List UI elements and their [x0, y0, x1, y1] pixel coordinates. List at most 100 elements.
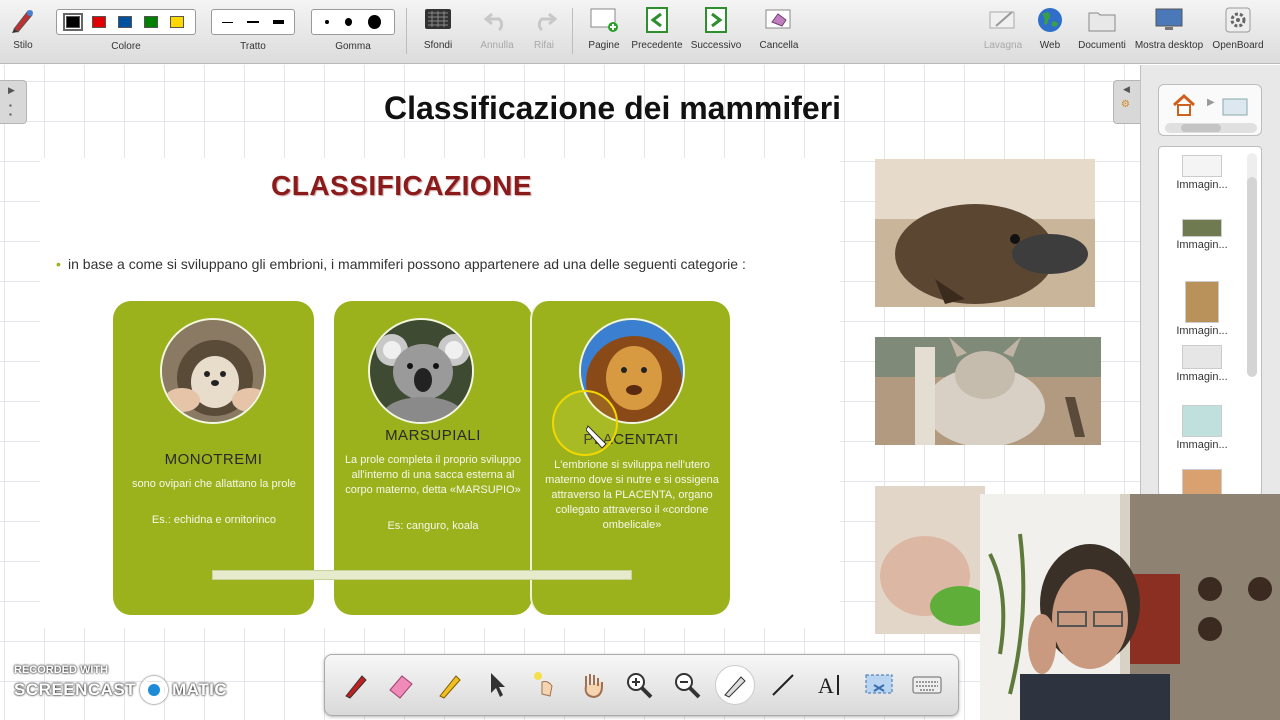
- board-icon: [988, 0, 1018, 40]
- hand-icon: [584, 674, 603, 699]
- color-blue-swatch[interactable]: [118, 16, 132, 28]
- thumbnail-item[interactable]: Immagin...: [1159, 345, 1245, 383]
- documenti-button[interactable]: Documenti: [1076, 0, 1128, 64]
- scrollbar-thumb[interactable]: [1247, 177, 1257, 377]
- bullet-dot-icon: •: [56, 256, 61, 272]
- eraser-medium-option[interactable]: [344, 18, 353, 26]
- hand-tool-button[interactable]: [573, 665, 613, 705]
- thumbnail-image: [1182, 345, 1222, 369]
- add-page-icon: [589, 0, 619, 40]
- keyboard-button[interactable]: [907, 665, 947, 705]
- web-button[interactable]: Web: [1034, 0, 1066, 64]
- webcam-overlay: [980, 494, 1280, 720]
- zoom-out-button[interactable]: [667, 665, 707, 705]
- desktop-icon: [1154, 0, 1184, 40]
- pen-icon: [345, 675, 367, 699]
- watermark-small-text: RECORDED WITH: [14, 664, 109, 676]
- top-toolbar: Stilo Colore Tratto Gomma Sfondi Annulla…: [0, 0, 1280, 64]
- thumbnail-item[interactable]: Immagin...: [1159, 155, 1245, 191]
- folder-icon: [1087, 0, 1117, 40]
- previous-page-icon: [643, 0, 671, 40]
- color-palette: [56, 9, 196, 35]
- koala-photo: [368, 318, 474, 424]
- thumbnail-item[interactable]: Immagin...: [1159, 281, 1245, 337]
- svg-text:A: A: [818, 673, 834, 698]
- card-example: Es: canguro, koala: [387, 520, 479, 532]
- slide-scrollbar[interactable]: [212, 570, 632, 580]
- recording-watermark: RECORDED WITH SCREENCAST MATIC: [14, 664, 227, 704]
- capture-icon: [724, 676, 746, 698]
- select-icon: [865, 674, 893, 694]
- right-palette-toggle[interactable]: ◀ ⚙: [1113, 80, 1140, 124]
- background-grid-icon: [424, 0, 452, 40]
- stroke-thin-option[interactable]: [222, 21, 234, 23]
- kangaroo-photo[interactable]: [875, 337, 1101, 445]
- cancella-button[interactable]: Cancella: [758, 0, 800, 64]
- thumbnail-label: Immagin...: [1176, 239, 1228, 251]
- left-palette-toggle[interactable]: ▶ ▪ ▪: [0, 80, 27, 124]
- stroke-medium-option[interactable]: [247, 21, 259, 23]
- thumbnail-label: Immagin...: [1176, 325, 1228, 337]
- folder-images-icon[interactable]: [1221, 95, 1251, 117]
- bullet-text: in base a come si sviluppano gli embrion…: [68, 256, 746, 272]
- scrollbar-thumb[interactable]: [1181, 124, 1221, 132]
- eraser-small-option[interactable]: [325, 20, 329, 24]
- text-tool-button[interactable]: A: [811, 665, 851, 705]
- thumbnail-label: Immagin...: [1176, 179, 1228, 191]
- gear-icon: [1224, 0, 1252, 40]
- color-black-swatch[interactable]: [63, 13, 83, 31]
- library-horizontal-scrollbar[interactable]: [1165, 123, 1257, 133]
- embryo-photo[interactable]: [875, 486, 985, 634]
- thumbnail-image: [1182, 219, 1222, 237]
- precedente-button[interactable]: Precedente: [630, 0, 684, 64]
- card-desc: La prole completa il proprio sviluppo al…: [344, 454, 522, 496]
- stroke-thick-option[interactable]: [272, 20, 284, 24]
- laser-tool-button[interactable]: [525, 665, 565, 705]
- redo-icon: [531, 0, 557, 40]
- color-red-swatch[interactable]: [92, 16, 106, 28]
- card-marsupiali: MARSUPIALI La prole completa il proprio …: [334, 301, 532, 615]
- eraser-tool-button[interactable]: [381, 665, 421, 705]
- arrow-right-icon: ▶: [8, 85, 15, 95]
- highlighter-icon: [439, 675, 461, 699]
- thumbnail-item[interactable]: Immagin...: [1159, 219, 1245, 251]
- card-monotremi: MONOTREMI sono ovipari che allattano la …: [113, 301, 314, 615]
- toolbar-separator: [572, 8, 573, 54]
- slide-title: CLASSIFICAZIONE: [271, 170, 533, 201]
- select-tool-button[interactable]: [859, 665, 899, 705]
- lavagna-button[interactable]: Lavagna: [982, 0, 1024, 64]
- rifai-button[interactable]: Rifai: [526, 0, 562, 64]
- line-tool-button[interactable]: [763, 665, 803, 705]
- home-icon[interactable]: [1171, 93, 1197, 117]
- highlighter-tool-button[interactable]: [429, 665, 469, 705]
- pen-cursor-icon: [586, 425, 607, 449]
- slide-image[interactable]: CLASSIFICAZIONE • in base a come si svil…: [40, 158, 840, 628]
- openboard-button[interactable]: OpenBoard: [1210, 0, 1266, 64]
- successivo-button[interactable]: Successivo: [690, 0, 742, 64]
- thumbnail-image: [1182, 405, 1222, 437]
- eraser-large-option[interactable]: [368, 15, 381, 29]
- color-green-swatch[interactable]: [144, 16, 158, 28]
- line-icon: [772, 674, 794, 696]
- thumbnail-label: Immagin...: [1176, 371, 1228, 383]
- pagine-button[interactable]: Pagine: [584, 0, 624, 64]
- color-group: Colore: [56, 0, 196, 64]
- stilo-button[interactable]: Stilo: [4, 0, 42, 64]
- sfondi-button[interactable]: Sfondi: [418, 0, 458, 64]
- platypus-photo[interactable]: [875, 159, 1095, 307]
- mostra-desktop-button[interactable]: Mostra desktop: [1132, 0, 1206, 64]
- laser-icon: [534, 672, 553, 697]
- annulla-button[interactable]: Annulla: [476, 0, 518, 64]
- pen-icon: [8, 0, 38, 40]
- clear-page-icon: [764, 0, 794, 40]
- pointer-tool-button[interactable]: [477, 665, 517, 705]
- zoom-in-button[interactable]: [619, 665, 659, 705]
- thumbnail-item[interactable]: Immagin...: [1159, 405, 1245, 451]
- color-yellow-swatch[interactable]: [170, 16, 184, 28]
- capture-tool-button[interactable]: [715, 665, 755, 705]
- globe-icon: [1036, 0, 1064, 40]
- screencast-logo-icon: [140, 676, 169, 704]
- pen-tool-button[interactable]: [335, 665, 375, 705]
- thumbnail-image: [1182, 469, 1222, 495]
- thumbnail-item[interactable]: [1159, 469, 1245, 495]
